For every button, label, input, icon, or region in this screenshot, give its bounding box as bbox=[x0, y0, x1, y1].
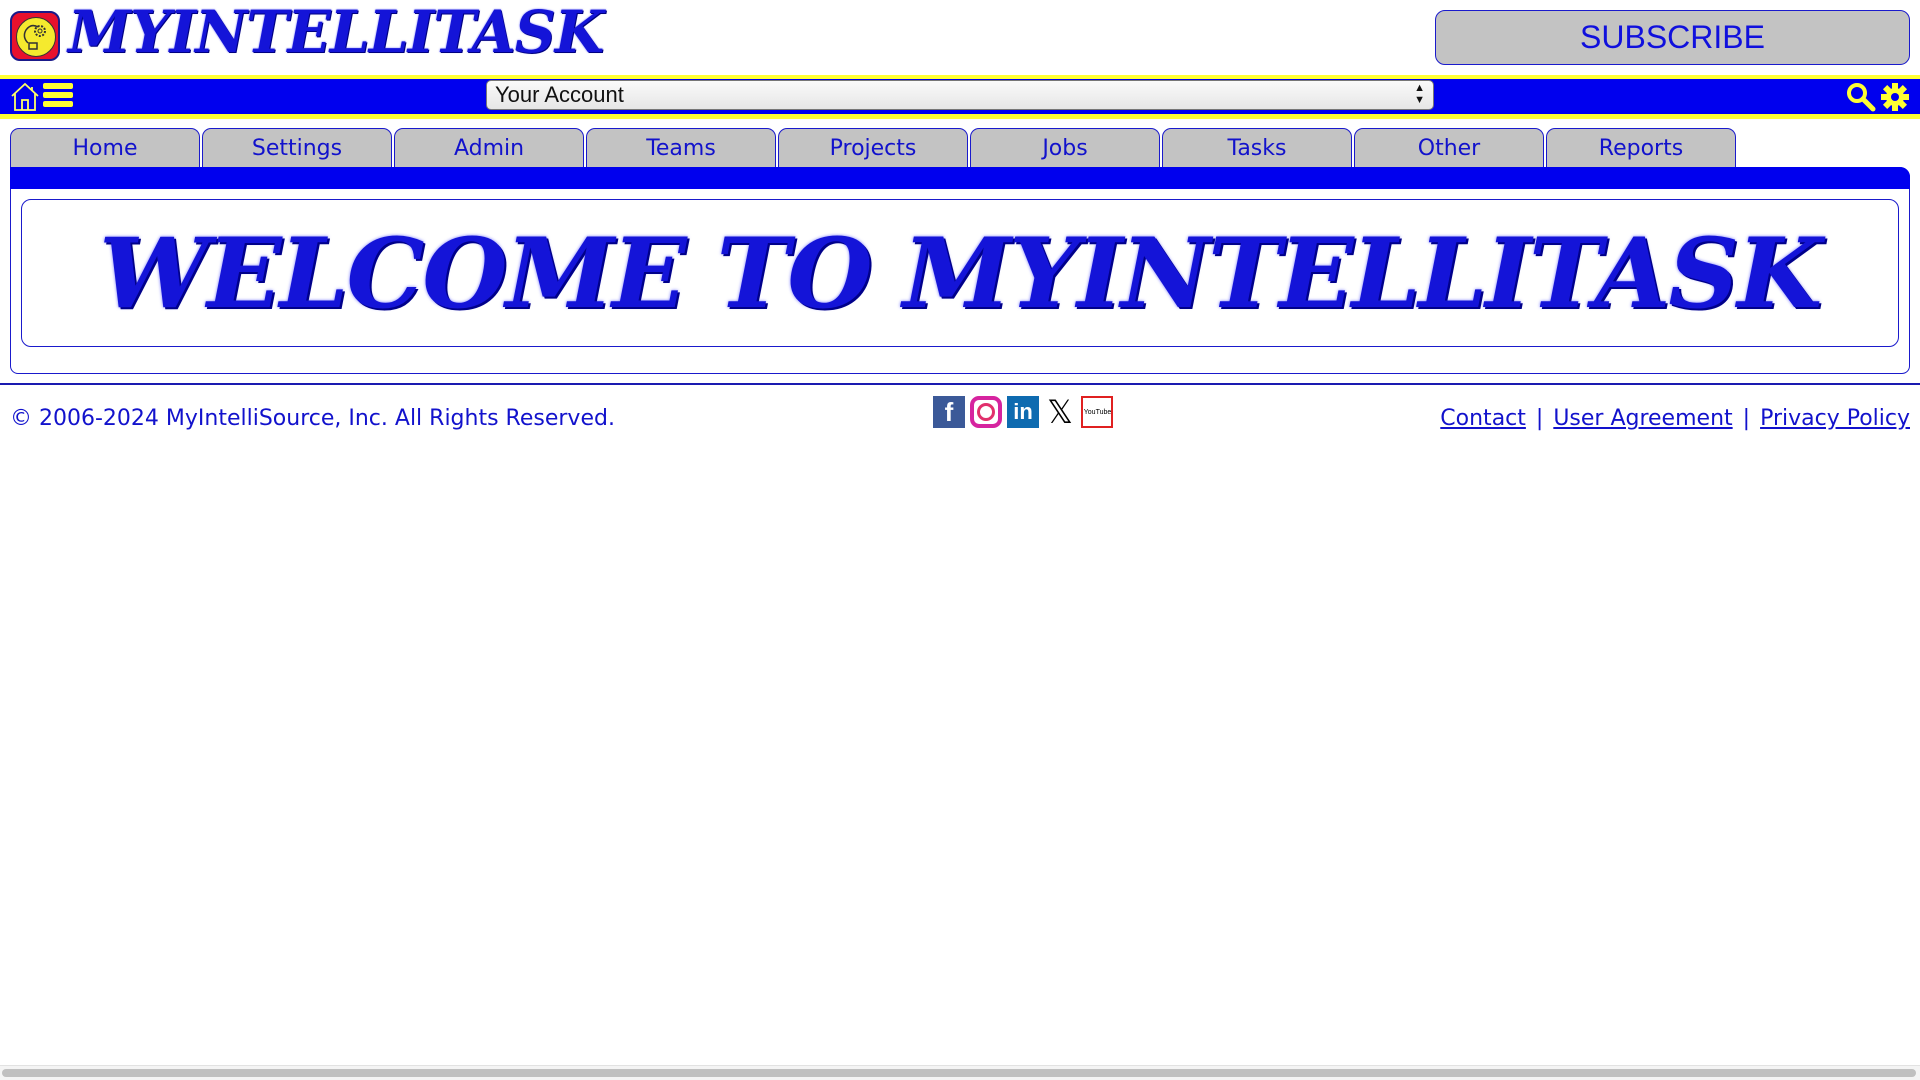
brand-title[interactable]: MYINTELLITASK bbox=[68, 0, 604, 66]
logo-lightbulb-icon[interactable] bbox=[10, 11, 60, 61]
tab-jobs[interactable]: Jobs bbox=[970, 128, 1160, 167]
tab-bar: Home Settings Admin Teams Projects Jobs … bbox=[10, 128, 1738, 168]
tab-teams[interactable]: Teams bbox=[586, 128, 776, 167]
instagram-lens bbox=[977, 403, 995, 421]
linkedin-glyph: in bbox=[1013, 399, 1033, 424]
user-agreement-link[interactable]: User Agreement bbox=[1553, 406, 1732, 431]
scrollbar-thumb[interactable] bbox=[2, 1069, 1916, 1077]
welcome-heading: WELCOME TO MYINTELLITASK bbox=[99, 216, 1822, 330]
tab-projects[interactable]: Projects bbox=[778, 128, 968, 167]
footer-divider bbox=[0, 383, 1920, 385]
tab-home[interactable]: Home bbox=[10, 128, 200, 167]
select-arrows-icon: ▲ ▼ bbox=[1414, 82, 1425, 106]
tab-settings[interactable]: Settings bbox=[202, 128, 392, 167]
youtube-label: YouTube bbox=[1083, 408, 1112, 416]
subscribe-button[interactable]: SUBSCRIBE bbox=[1435, 10, 1910, 65]
tab-tasks[interactable]: Tasks bbox=[1162, 128, 1352, 167]
search-icon[interactable] bbox=[1846, 82, 1876, 112]
tab-admin[interactable]: Admin bbox=[394, 128, 584, 167]
x-twitter-icon[interactable]: 𝕏 bbox=[1044, 393, 1076, 431]
x-glyph: 𝕏 bbox=[1047, 393, 1073, 431]
tab-other[interactable]: Other bbox=[1354, 128, 1544, 167]
link-separator: | bbox=[1742, 406, 1751, 431]
menu-icon[interactable] bbox=[43, 83, 73, 110]
tab-reports[interactable]: Reports bbox=[1546, 128, 1736, 167]
content-header-strip bbox=[10, 167, 1910, 189]
youtube-icon[interactable]: YouTube bbox=[1081, 396, 1113, 428]
copyright-text: © 2006-2024 MyIntelliSource, Inc. All Ri… bbox=[10, 406, 615, 431]
navbar: Your Account ▲ ▼ bbox=[0, 75, 1920, 119]
horizontal-scrollbar[interactable] bbox=[0, 1065, 1920, 1080]
home-icon[interactable] bbox=[10, 82, 40, 112]
account-select-value: Your Account bbox=[495, 82, 624, 107]
facebook-icon[interactable]: f bbox=[933, 396, 965, 428]
contact-link[interactable]: Contact bbox=[1440, 406, 1526, 431]
gear-bulb-icon bbox=[23, 24, 46, 50]
header: MYINTELLITASK SUBSCRIBE bbox=[0, 0, 1920, 75]
content-panel: WELCOME TO MYINTELLITASK bbox=[10, 167, 1910, 374]
social-links: f in 𝕏 YouTube bbox=[933, 393, 1113, 431]
account-select[interactable]: Your Account ▲ ▼ bbox=[486, 80, 1434, 110]
instagram-icon[interactable] bbox=[970, 396, 1002, 428]
link-separator: | bbox=[1535, 406, 1544, 431]
gear-icon[interactable] bbox=[1880, 82, 1910, 112]
welcome-banner: WELCOME TO MYINTELLITASK bbox=[21, 199, 1899, 347]
footer-links: Contact | User Agreement | Privacy Policy bbox=[1440, 406, 1910, 431]
facebook-glyph: f bbox=[944, 397, 954, 427]
linkedin-icon[interactable]: in bbox=[1007, 396, 1039, 428]
privacy-policy-link[interactable]: Privacy Policy bbox=[1760, 406, 1910, 431]
